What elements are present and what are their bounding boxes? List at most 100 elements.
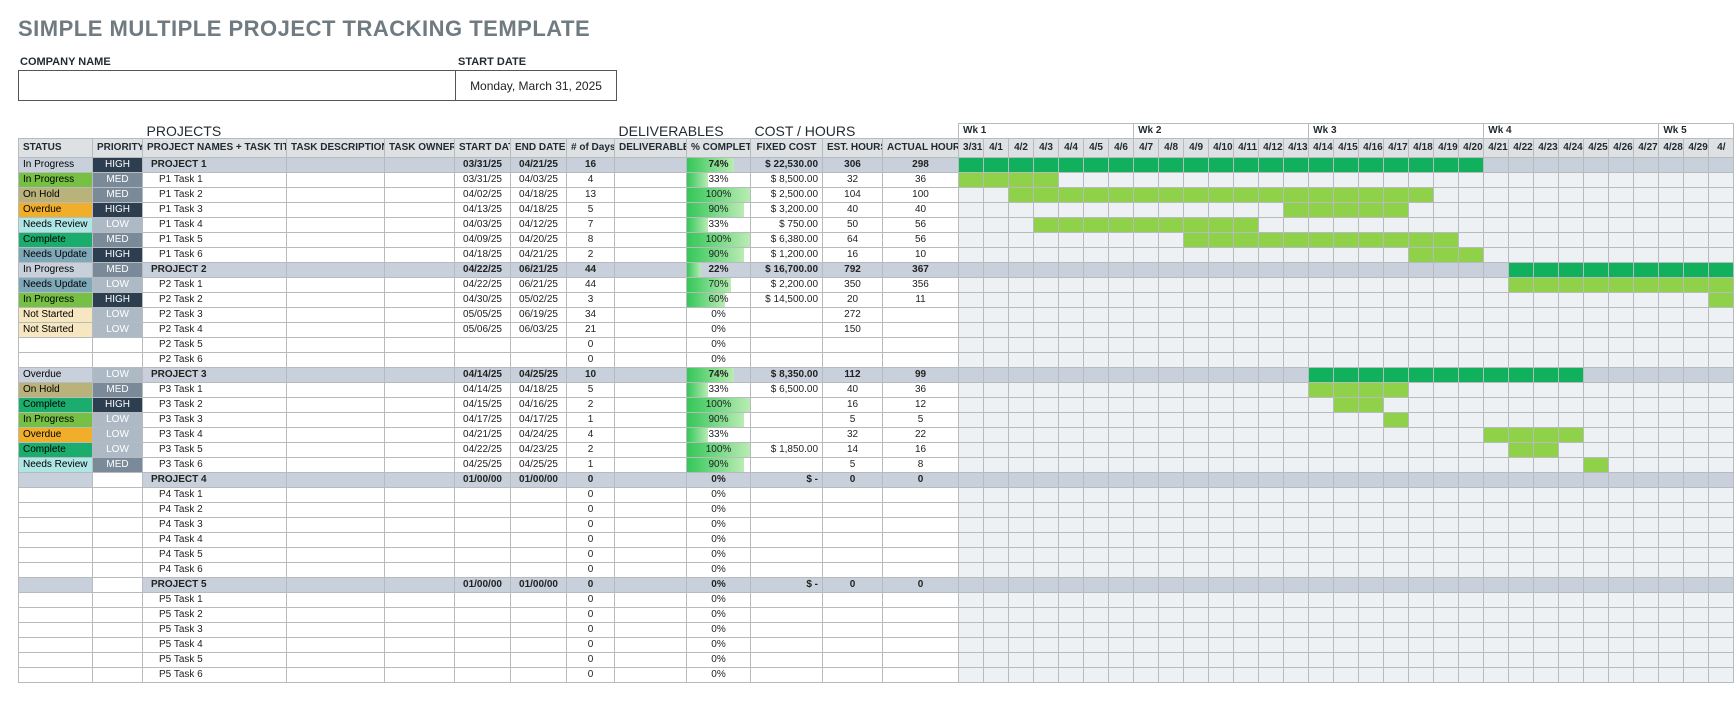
status-cell[interactable]: [19, 563, 93, 578]
fixed-cost-cell[interactable]: [751, 533, 823, 548]
est-hours-cell[interactable]: 104: [823, 188, 883, 203]
deliverable-cell[interactable]: [615, 323, 687, 338]
deliverable-cell[interactable]: [615, 668, 687, 683]
start-cell[interactable]: [455, 503, 511, 518]
deliverable-cell[interactable]: [615, 548, 687, 563]
start-cell[interactable]: [455, 338, 511, 353]
deliverable-cell[interactable]: [615, 563, 687, 578]
est-hours-cell[interactable]: 20: [823, 293, 883, 308]
start-cell[interactable]: 05/06/25: [455, 323, 511, 338]
end-cell[interactable]: 04/12/25: [511, 218, 567, 233]
name-cell[interactable]: P4 Task 4: [143, 533, 287, 548]
start-cell[interactable]: 05/05/25: [455, 308, 511, 323]
owner-cell[interactable]: [385, 443, 455, 458]
desc-cell[interactable]: [287, 323, 385, 338]
priority-cell[interactable]: [93, 668, 143, 683]
task-row[interactable]: On HoldMEDP1 Task 204/02/2504/18/2513100…: [19, 188, 1734, 203]
desc-cell[interactable]: [287, 518, 385, 533]
owner-cell[interactable]: [385, 398, 455, 413]
deliverable-cell[interactable]: [615, 158, 687, 173]
owner-cell[interactable]: [385, 323, 455, 338]
priority-cell[interactable]: LOW: [93, 308, 143, 323]
owner-cell[interactable]: [385, 548, 455, 563]
task-row[interactable]: P5 Task 100%: [19, 593, 1734, 608]
owner-cell[interactable]: [385, 608, 455, 623]
deliverable-cell[interactable]: [615, 623, 687, 638]
end-cell[interactable]: 01/00/00: [511, 578, 567, 593]
desc-cell[interactable]: [287, 353, 385, 368]
owner-cell[interactable]: [385, 563, 455, 578]
actual-hours-cell[interactable]: 99: [883, 368, 959, 383]
owner-cell[interactable]: [385, 638, 455, 653]
end-cell[interactable]: [511, 638, 567, 653]
start-cell[interactable]: [455, 353, 511, 368]
priority-cell[interactable]: LOW: [93, 323, 143, 338]
task-row[interactable]: P2 Task 500%: [19, 338, 1734, 353]
status-cell[interactable]: Needs Review: [19, 218, 93, 233]
owner-cell[interactable]: [385, 413, 455, 428]
priority-cell[interactable]: [93, 623, 143, 638]
start-cell[interactable]: 03/31/25: [455, 173, 511, 188]
deliverable-cell[interactable]: [615, 233, 687, 248]
deliverable-cell[interactable]: [615, 413, 687, 428]
task-row[interactable]: P4 Task 600%: [19, 563, 1734, 578]
status-cell[interactable]: [19, 668, 93, 683]
actual-hours-cell[interactable]: [883, 308, 959, 323]
deliverable-cell[interactable]: [615, 638, 687, 653]
est-hours-cell[interactable]: 14: [823, 443, 883, 458]
task-row[interactable]: P4 Task 100%: [19, 488, 1734, 503]
project-row[interactable]: PROJECT 401/00/0001/00/0000%$ -00: [19, 473, 1734, 488]
end-cell[interactable]: 04/20/25: [511, 233, 567, 248]
priority-cell[interactable]: HIGH: [93, 203, 143, 218]
desc-cell[interactable]: [287, 158, 385, 173]
project-row[interactable]: In ProgressHIGHPROJECT 103/31/2504/21/25…: [19, 158, 1734, 173]
priority-cell[interactable]: MED: [93, 458, 143, 473]
start-cell[interactable]: 04/30/25: [455, 293, 511, 308]
priority-cell[interactable]: LOW: [93, 428, 143, 443]
fixed-cost-cell[interactable]: [751, 398, 823, 413]
end-cell[interactable]: [511, 668, 567, 683]
task-row[interactable]: P4 Task 400%: [19, 533, 1734, 548]
est-hours-cell[interactable]: 350: [823, 278, 883, 293]
deliverable-cell[interactable]: [615, 533, 687, 548]
priority-cell[interactable]: [93, 638, 143, 653]
start-cell[interactable]: 04/09/25: [455, 233, 511, 248]
priority-cell[interactable]: [93, 608, 143, 623]
deliverable-cell[interactable]: [615, 188, 687, 203]
owner-cell[interactable]: [385, 668, 455, 683]
owner-cell[interactable]: [385, 293, 455, 308]
status-cell[interactable]: [19, 518, 93, 533]
actual-hours-cell[interactable]: [883, 503, 959, 518]
task-row[interactable]: OverdueHIGHP1 Task 304/13/2504/18/25590%…: [19, 203, 1734, 218]
fixed-cost-cell[interactable]: $ 14,500.00: [751, 293, 823, 308]
status-cell[interactable]: Not Started: [19, 308, 93, 323]
start-cell[interactable]: 01/00/00: [455, 473, 511, 488]
deliverable-cell[interactable]: [615, 428, 687, 443]
name-cell[interactable]: P3 Task 4: [143, 428, 287, 443]
desc-cell[interactable]: [287, 578, 385, 593]
start-cell[interactable]: 04/02/25: [455, 188, 511, 203]
actual-hours-cell[interactable]: [883, 548, 959, 563]
name-cell[interactable]: P3 Task 3: [143, 413, 287, 428]
status-cell[interactable]: [19, 608, 93, 623]
desc-cell[interactable]: [287, 503, 385, 518]
actual-hours-cell[interactable]: [883, 653, 959, 668]
name-cell[interactable]: P2 Task 1: [143, 278, 287, 293]
deliverable-cell[interactable]: [615, 353, 687, 368]
owner-cell[interactable]: [385, 158, 455, 173]
deliverable-cell[interactable]: [615, 338, 687, 353]
name-cell[interactable]: P2 Task 6: [143, 353, 287, 368]
priority-cell[interactable]: HIGH: [93, 158, 143, 173]
owner-cell[interactable]: [385, 338, 455, 353]
status-cell[interactable]: In Progress: [19, 263, 93, 278]
status-cell[interactable]: In Progress: [19, 158, 93, 173]
priority-cell[interactable]: [93, 653, 143, 668]
fixed-cost-cell[interactable]: [751, 548, 823, 563]
est-hours-cell[interactable]: 32: [823, 428, 883, 443]
actual-hours-cell[interactable]: [883, 488, 959, 503]
status-cell[interactable]: [19, 578, 93, 593]
task-row[interactable]: OverdueLOWP3 Task 404/21/2504/24/25433%3…: [19, 428, 1734, 443]
end-cell[interactable]: [511, 593, 567, 608]
end-cell[interactable]: 04/18/25: [511, 383, 567, 398]
actual-hours-cell[interactable]: 0: [883, 473, 959, 488]
